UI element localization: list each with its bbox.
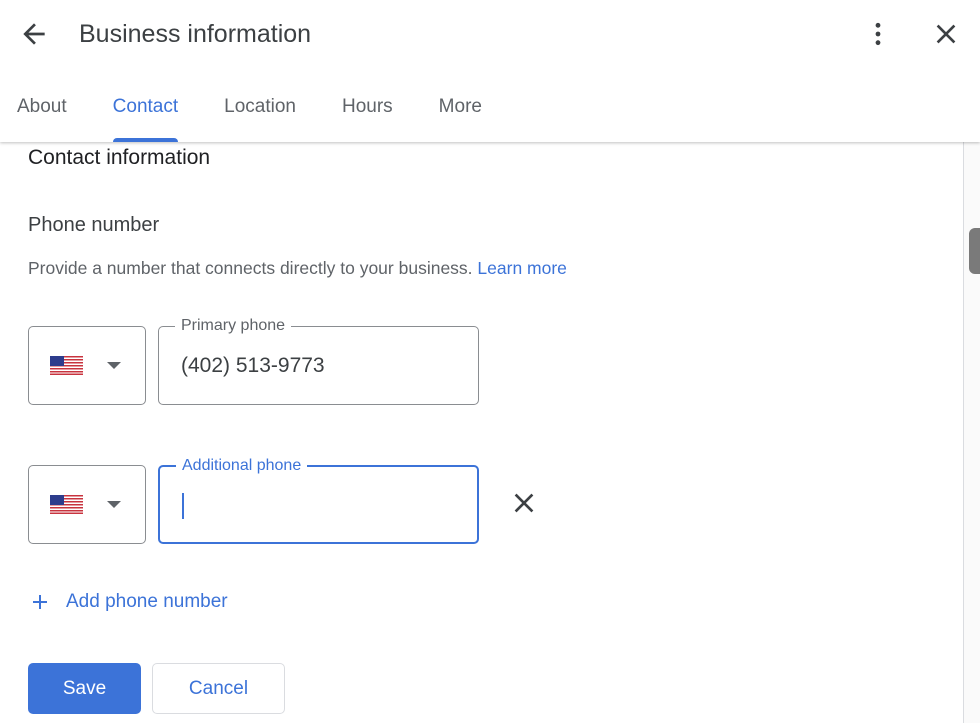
additional-phone-input[interactable] <box>182 491 462 521</box>
us-flag-icon <box>50 495 83 514</box>
remove-phone-button[interactable] <box>508 487 540 519</box>
close-button[interactable] <box>930 18 962 50</box>
primary-phone-label: Primary phone <box>175 316 292 336</box>
more-vert-icon <box>875 22 881 46</box>
primary-country-select[interactable] <box>28 326 146 405</box>
helper-text: Provide a number that connects directly … <box>28 258 567 279</box>
scrollbar-thumb[interactable] <box>969 228 980 274</box>
close-icon <box>936 24 956 44</box>
additional-phone-label: Additional phone <box>176 456 308 476</box>
tab-about[interactable]: About <box>17 82 67 142</box>
chevron-down-icon <box>107 501 121 508</box>
additional-phone-field: Additional phone <box>158 456 479 544</box>
back-button[interactable] <box>18 18 50 50</box>
tab-contact[interactable]: Contact <box>112 82 179 142</box>
tab-location[interactable]: Location <box>224 82 296 142</box>
primary-phone-input[interactable] <box>181 351 461 381</box>
add-phone-button[interactable]: Add phone number <box>28 590 228 614</box>
plus-icon <box>33 595 47 609</box>
tab-bar: About Contact Location Hours More <box>0 82 482 142</box>
scrollbar[interactable] <box>963 142 980 723</box>
more-options-button[interactable] <box>862 18 894 50</box>
additional-country-select[interactable] <box>28 465 146 544</box>
primary-phone-field: Primary phone <box>158 316 479 405</box>
text-cursor <box>182 493 184 519</box>
page-title: Business information <box>79 20 312 48</box>
tab-more[interactable]: More <box>439 82 482 142</box>
save-button[interactable]: Save <box>28 663 141 714</box>
section-title: Contact information <box>28 146 211 169</box>
add-phone-label: Add phone number <box>66 591 228 612</box>
app-header: Business information About Contact Locat… <box>0 0 980 142</box>
learn-more-link[interactable]: Learn more <box>477 258 567 278</box>
contact-form: Contact information Phone number Provide… <box>0 142 963 723</box>
chevron-down-icon <box>107 362 121 369</box>
helper-text-body: Provide a number that connects directly … <box>28 258 473 278</box>
close-icon <box>514 493 534 513</box>
us-flag-icon <box>50 356 83 375</box>
arrow-back-icon <box>23 23 45 45</box>
cancel-button[interactable]: Cancel <box>152 663 285 714</box>
phone-number-heading: Phone number <box>28 214 160 236</box>
tab-hours[interactable]: Hours <box>342 82 393 142</box>
